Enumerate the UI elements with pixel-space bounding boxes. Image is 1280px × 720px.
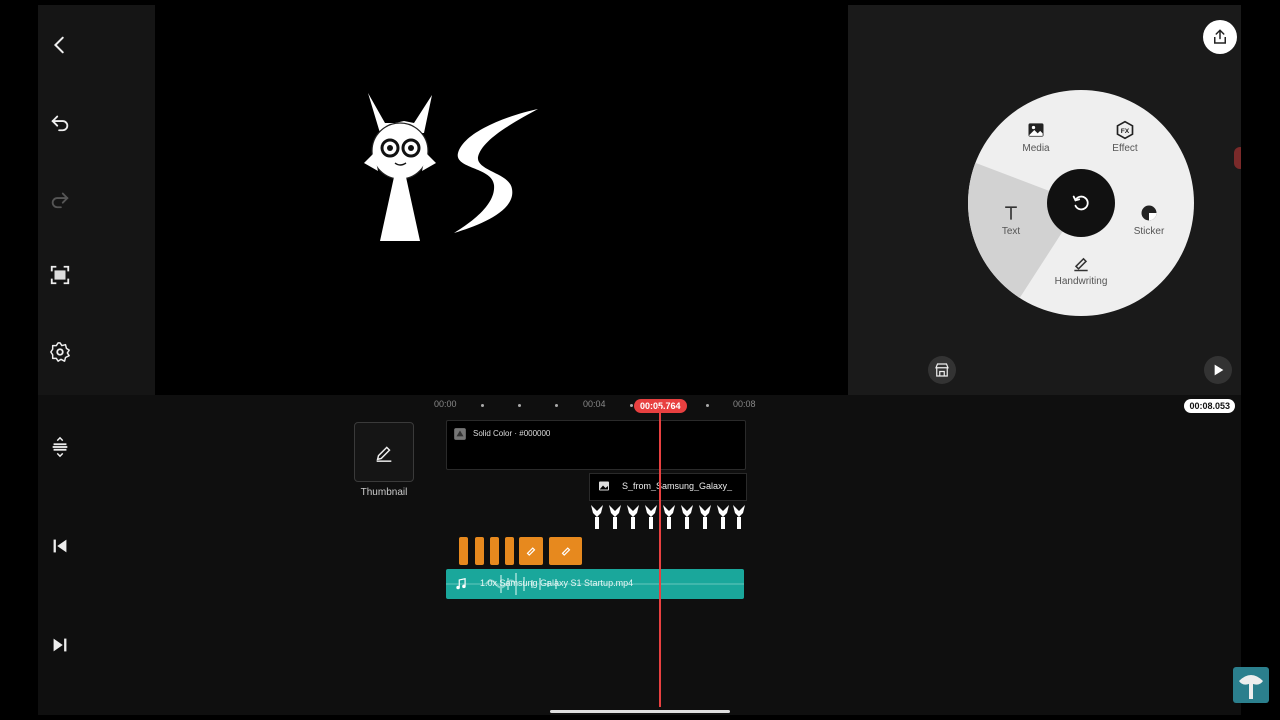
left-toolbar bbox=[38, 5, 155, 395]
wheel-effect-button[interactable]: FX Effect bbox=[1085, 120, 1165, 154]
tick-dot bbox=[481, 404, 484, 407]
playhead-line[interactable] bbox=[659, 407, 661, 707]
layer-icon bbox=[454, 428, 466, 440]
tick-dot bbox=[630, 404, 633, 407]
sticker-icon bbox=[1141, 205, 1157, 221]
handwriting-clip[interactable] bbox=[519, 537, 543, 565]
side-handle[interactable] bbox=[1234, 147, 1241, 169]
audio-clip-label: 1.0x Samsung Galaxy S1 Startup.mp4 bbox=[480, 578, 634, 588]
avatar bbox=[1233, 667, 1269, 703]
handwriting-clip[interactable] bbox=[549, 537, 582, 565]
image-icon bbox=[1028, 123, 1044, 137]
editor-window: Media FX Effect Text Sticker Handwriting bbox=[38, 5, 1241, 715]
image-layer-clip[interactable]: S_from_Samsung_Galaxy_ bbox=[589, 473, 747, 501]
sticker-frames bbox=[591, 505, 745, 529]
tick-label-0: 00:00 bbox=[434, 399, 457, 409]
wheel-media-label: Media bbox=[1022, 143, 1050, 154]
thumbnail-button[interactable] bbox=[354, 422, 414, 482]
tick-dot bbox=[555, 404, 558, 407]
sticker-strip-clip[interactable] bbox=[589, 503, 745, 529]
gear-icon[interactable] bbox=[40, 332, 80, 372]
preview-artwork bbox=[364, 93, 538, 241]
pen-icon bbox=[526, 547, 536, 556]
pencil-icon bbox=[376, 446, 392, 462]
tick-dot bbox=[706, 404, 709, 407]
timeline[interactable]: 00:00 00:04 00:08 00:05.764 00:08.053 Th… bbox=[38, 395, 1241, 715]
thumbnail-label: Thumbnail bbox=[360, 487, 408, 498]
solid-color-label: Solid Color · #000000 bbox=[473, 429, 551, 438]
pen-icon bbox=[561, 547, 570, 556]
effect-clip[interactable] bbox=[459, 537, 468, 565]
wheel-sticker-label: Sticker bbox=[1133, 226, 1165, 237]
wheel-sticker-button[interactable]: Sticker bbox=[1109, 203, 1189, 237]
split-icon[interactable] bbox=[40, 427, 80, 467]
audio-clip[interactable]: 1.0x Samsung Galaxy S1 Startup.mp4 bbox=[446, 569, 744, 599]
tick-dot bbox=[518, 404, 521, 407]
chevron-left-icon[interactable] bbox=[40, 25, 80, 65]
wheel-text-button[interactable]: Text bbox=[971, 203, 1051, 237]
wheel-handwriting-label: Handwriting bbox=[1054, 276, 1108, 287]
skip-to-end-icon[interactable] bbox=[40, 625, 80, 665]
effect-clip[interactable] bbox=[505, 537, 514, 565]
total-duration-badge: 00:08.053 bbox=[1184, 399, 1235, 413]
image-layer-label: S_from_Samsung_Galaxy_ bbox=[622, 481, 733, 491]
image-icon bbox=[599, 481, 609, 491]
solid-color-clip[interactable]: Solid Color · #000000 bbox=[446, 420, 746, 470]
home-gesture-bar[interactable] bbox=[550, 710, 730, 713]
music-note-icon bbox=[456, 578, 466, 590]
play-icon[interactable] bbox=[1204, 356, 1232, 384]
video-preview[interactable] bbox=[155, 5, 848, 395]
wheel-handwriting-button[interactable]: Handwriting bbox=[1041, 253, 1121, 287]
tick-label-1: 00:04 bbox=[583, 399, 606, 409]
pen-icon bbox=[1074, 257, 1088, 272]
fx-icon: FX bbox=[1116, 120, 1134, 140]
frame-capture-icon[interactable] bbox=[40, 255, 80, 295]
text-t-icon bbox=[1005, 206, 1017, 220]
wheel-media-button[interactable]: Media bbox=[996, 120, 1076, 154]
wheel-text-label: Text bbox=[1001, 226, 1021, 237]
skip-to-start-icon[interactable] bbox=[40, 526, 80, 566]
share-upload-icon[interactable] bbox=[1203, 20, 1237, 54]
undo-icon[interactable] bbox=[40, 102, 80, 142]
store-icon[interactable] bbox=[928, 356, 956, 384]
tick-label-2: 00:08 bbox=[733, 399, 756, 409]
effect-clip[interactable] bbox=[475, 537, 484, 565]
add-menu-wheel: Media FX Effect Text Sticker Handwriting bbox=[968, 90, 1194, 316]
rotate-back-icon[interactable] bbox=[1047, 169, 1115, 237]
redo-icon[interactable] bbox=[40, 179, 80, 219]
right-panel: Media FX Effect Text Sticker Handwriting bbox=[848, 5, 1241, 395]
effect-clip[interactable] bbox=[490, 537, 499, 565]
fx-badge: FX bbox=[1121, 128, 1130, 135]
wheel-effect-label: Effect bbox=[1112, 143, 1138, 154]
